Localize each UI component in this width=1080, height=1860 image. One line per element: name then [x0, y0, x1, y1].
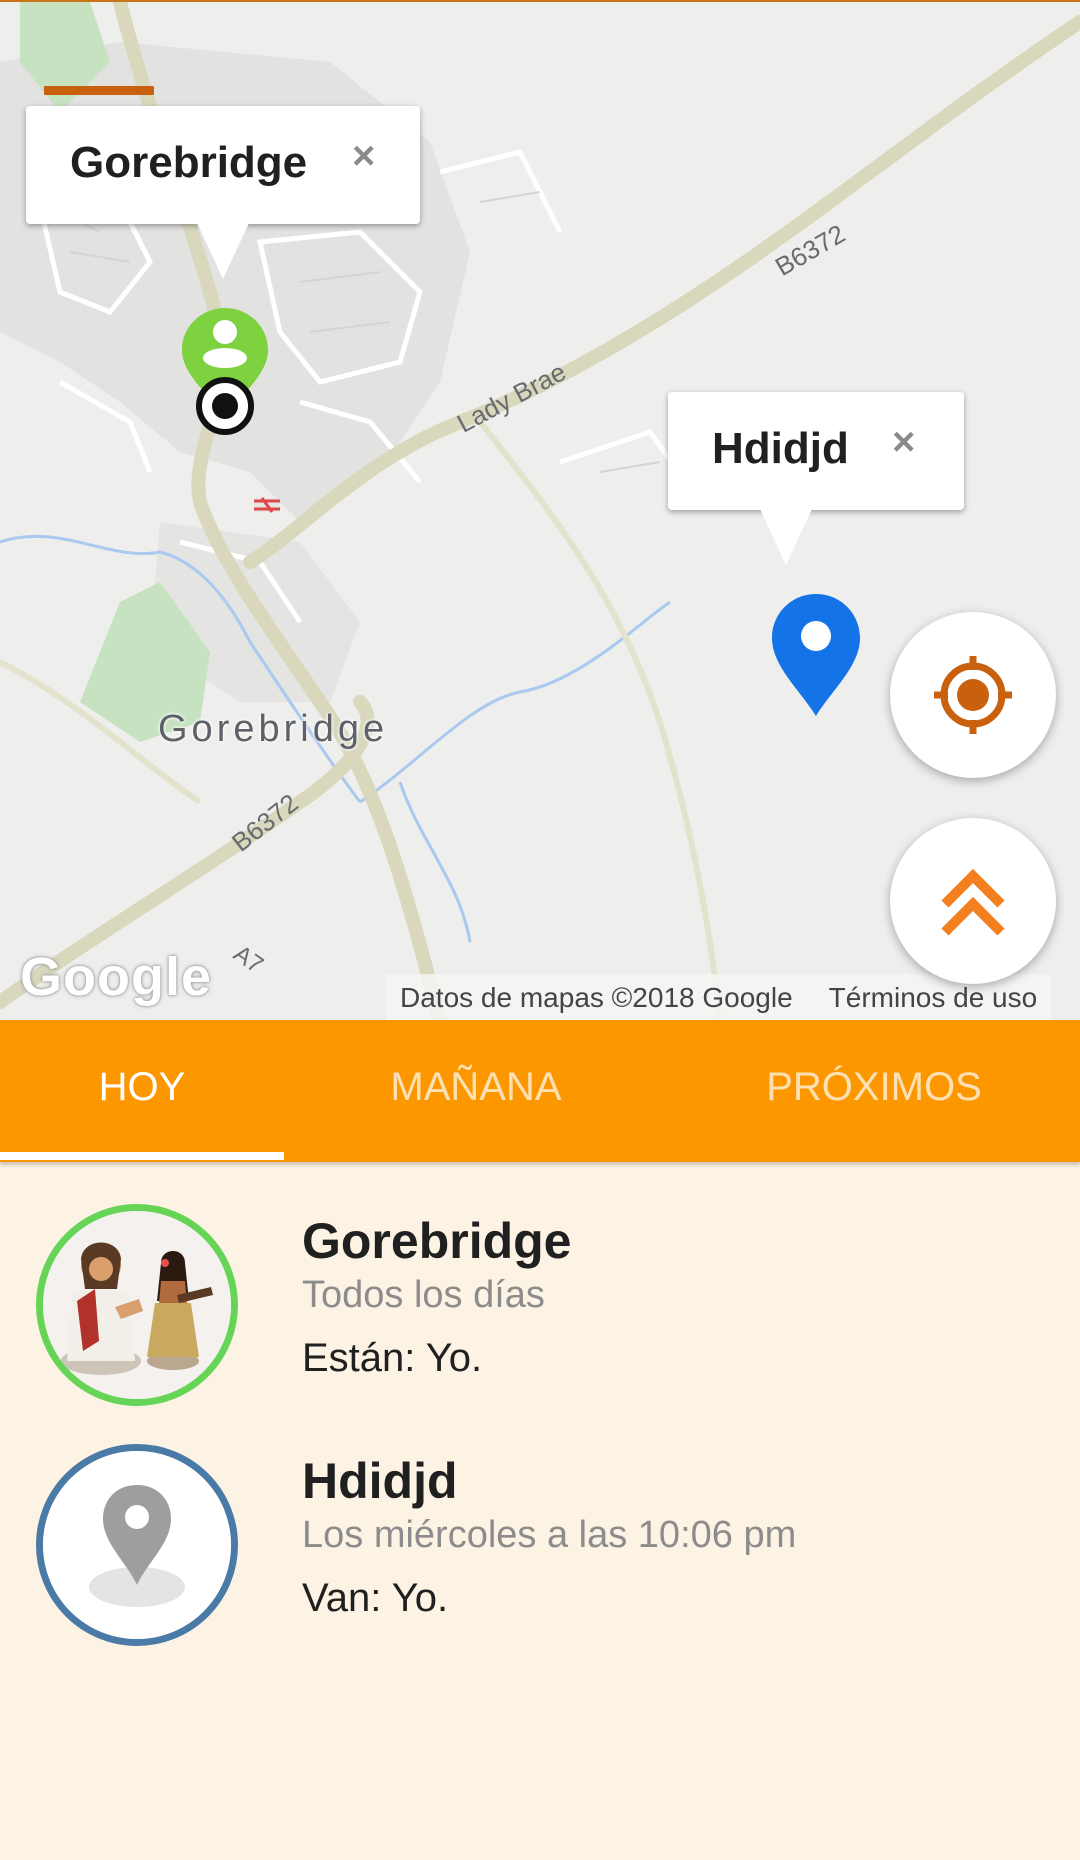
item-attendees: Están: Yo.: [302, 1336, 483, 1380]
google-logo: Google: [20, 947, 212, 1007]
info-window-title: Gorebridge: [70, 138, 308, 187]
info-window-title: Hdidjd: [712, 424, 849, 473]
item-attendees: Van: Yo.: [302, 1576, 449, 1620]
place-pin-icon: [43, 1451, 231, 1639]
tab-hoy[interactable]: HOY: [0, 1020, 284, 1162]
place-marker-icon[interactable]: [772, 594, 860, 716]
list-item[interactable]: Gorebridge Todos los días Están: Yo.: [0, 1200, 1080, 1440]
item-schedule: Todos los días: [302, 1274, 545, 1316]
tab-bar: HOY MAÑANA PRÓXIMOS: [0, 1020, 1080, 1162]
tab-manana[interactable]: MAÑANA: [284, 1020, 668, 1162]
item-schedule: Los miércoles a las 10:06 pm: [302, 1514, 797, 1556]
close-icon[interactable]: ×: [352, 134, 375, 179]
info-window-hdidjd[interactable]: Hdidjd ×: [668, 392, 964, 565]
item-title: Hdidjd: [302, 1453, 458, 1509]
map-data-credit: Datos de mapas ©2018 Google: [400, 982, 793, 1013]
double-chevron-up-icon: [941, 868, 1005, 936]
avatar: [36, 1204, 238, 1406]
avatar: [36, 1444, 238, 1646]
info-window-tail: [197, 223, 249, 279]
my-location-icon: [934, 656, 1012, 734]
info-window-tail: [760, 509, 812, 565]
my-location-button[interactable]: [890, 612, 1056, 778]
item-title: Gorebridge: [302, 1213, 572, 1269]
expand-list-button[interactable]: [890, 818, 1056, 984]
close-icon[interactable]: ×: [892, 420, 915, 465]
photo-figurines: [43, 1211, 231, 1399]
terms-link[interactable]: Términos de uso: [829, 982, 1038, 1014]
list-item[interactable]: Hdidjd Los miércoles a las 10:06 pm Van:…: [0, 1440, 1080, 1680]
info-window-gorebridge[interactable]: Gorebridge ×: [26, 106, 420, 279]
map-view[interactable]: Gorebridge Lady Brae B6372 B6372 A7 Gore…: [0, 0, 1080, 1020]
map-place-label: Gorebridge: [158, 708, 389, 750]
active-tab-indicator: [0, 1152, 284, 1160]
hamburger-icon-bar: [44, 86, 154, 95]
user-marker-icon[interactable]: [182, 308, 268, 438]
tab-proximos[interactable]: PRÓXIMOS: [668, 1020, 1080, 1162]
